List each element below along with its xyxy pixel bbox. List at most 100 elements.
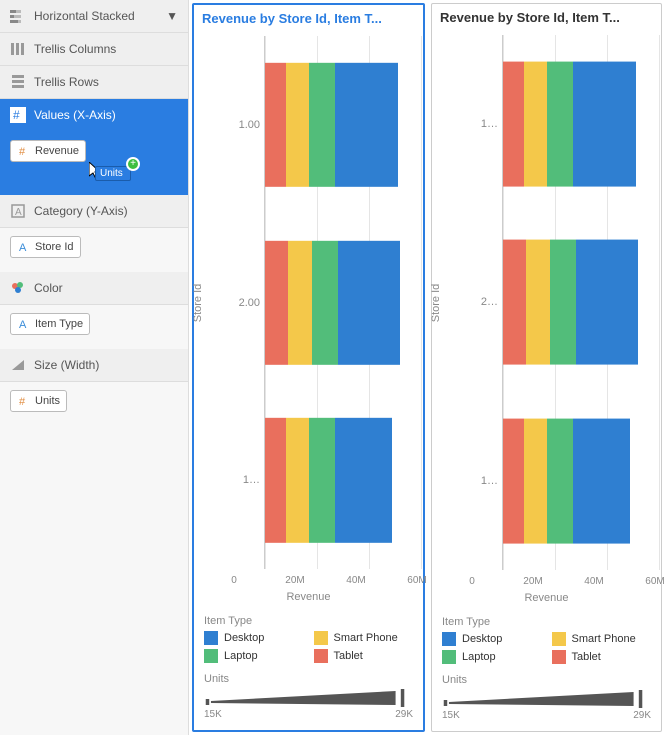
- bar-segment[interactable]: [526, 240, 549, 365]
- size-legend-title: Units: [442, 674, 651, 686]
- legend-label: Tablet: [572, 651, 601, 663]
- bar-segment[interactable]: [265, 240, 288, 364]
- values-chip-revenue[interactable]: # Revenue: [10, 140, 86, 162]
- legend-label: Smart Phone: [334, 632, 398, 644]
- legend-swatch: [314, 631, 328, 645]
- stacked-bar-icon: [10, 8, 26, 24]
- panel-title: Revenue by Store Id, Item T...: [432, 4, 661, 31]
- values-shelf-header[interactable]: # Values (X-Axis): [0, 99, 188, 132]
- legend-swatch: [204, 649, 218, 663]
- x-tick: 40M: [346, 575, 365, 586]
- category-tick: 2.00: [236, 214, 264, 392]
- size-chip-units[interactable]: # Units: [10, 390, 67, 412]
- y-axis-label: Store Id: [430, 283, 442, 322]
- svg-text:A: A: [15, 207, 22, 218]
- bar-segment[interactable]: [503, 240, 526, 365]
- bar-segment[interactable]: [265, 418, 286, 542]
- category-tick: 2…: [474, 213, 502, 391]
- add-icon: +: [126, 157, 140, 171]
- trellis-columns-label: Trellis Columns: [34, 42, 116, 56]
- size-shelf-body[interactable]: # Units: [0, 382, 188, 426]
- y-axis-label: Store Id: [192, 283, 204, 322]
- trellis-columns-shelf[interactable]: Trellis Columns: [0, 33, 188, 66]
- bar-segment[interactable]: [286, 63, 309, 187]
- drag-ghost: Units+: [95, 166, 131, 181]
- svg-text:#: #: [19, 146, 26, 158]
- trellis-rows-label: Trellis Rows: [34, 75, 99, 89]
- category-chip-storeid[interactable]: A Store Id: [10, 236, 81, 258]
- chart-type-dropdown[interactable]: Horizontal Stacked ▼: [0, 0, 188, 33]
- legend-item[interactable]: Tablet: [552, 650, 652, 664]
- legend-item[interactable]: Laptop: [442, 650, 542, 664]
- legend-title: Item Type: [442, 616, 651, 628]
- size-label: Size (Width): [34, 358, 99, 372]
- size-shelf-header[interactable]: Size (Width): [0, 349, 188, 382]
- values-shelf-body[interactable]: # Revenue Units+: [0, 132, 188, 195]
- bar-row: 1…: [474, 35, 659, 213]
- values-label: Values (X-Axis): [34, 108, 116, 122]
- legend-label: Laptop: [462, 651, 496, 663]
- category-tick: 1…: [236, 391, 264, 569]
- legend-swatch: [552, 632, 566, 646]
- bar-segment[interactable]: [338, 240, 400, 364]
- palette-icon: [10, 280, 26, 296]
- legend-item[interactable]: Tablet: [314, 649, 414, 663]
- svg-text:#: #: [13, 108, 20, 122]
- bar-row: 1…: [474, 392, 659, 570]
- bar-row: 1…: [236, 391, 421, 569]
- chip-label: Revenue: [35, 145, 79, 157]
- color-label: Color: [34, 281, 63, 295]
- svg-text:#: #: [19, 396, 26, 408]
- bar-segment[interactable]: [503, 62, 524, 187]
- config-sidebar: Horizontal Stacked ▼ Trellis Columns Tre…: [0, 0, 189, 735]
- bar-segment[interactable]: [309, 63, 335, 187]
- bar-segment[interactable]: [547, 62, 573, 187]
- trellis-rows-shelf[interactable]: Trellis Rows: [0, 66, 188, 99]
- category-shelf-header[interactable]: A Category (Y-Axis): [0, 195, 188, 228]
- category-shelf-body[interactable]: A Store Id: [0, 228, 188, 272]
- category-icon: A: [10, 203, 26, 219]
- size-min: 15K: [204, 709, 222, 720]
- bar-row: 2.00: [236, 214, 421, 392]
- bar-segment[interactable]: [576, 240, 638, 365]
- bar-segment[interactable]: [573, 62, 635, 187]
- x-tick: 0: [231, 575, 237, 586]
- size-icon: [10, 357, 26, 373]
- bar-segment[interactable]: [312, 240, 338, 364]
- color-shelf-body[interactable]: A Item Type: [0, 305, 188, 349]
- bar-segment[interactable]: [573, 418, 630, 543]
- legend-item[interactable]: Smart Phone: [552, 632, 652, 646]
- caret-down-icon: ▼: [166, 9, 178, 23]
- legend-label: Smart Phone: [572, 633, 636, 645]
- bar-segment[interactable]: [335, 63, 397, 187]
- x-tick: 40M: [584, 576, 603, 587]
- svg-text:A: A: [19, 242, 27, 254]
- bar-segment[interactable]: [286, 418, 309, 542]
- x-tick: 20M: [523, 576, 542, 587]
- trellis-rows-icon: [10, 74, 26, 90]
- chart-panel[interactable]: Revenue by Store Id, Item T...Store Id1.…: [192, 3, 425, 732]
- bar-segment[interactable]: [547, 418, 573, 543]
- bar-segment[interactable]: [309, 418, 335, 542]
- bar-segment[interactable]: [265, 63, 286, 187]
- bar-segment[interactable]: [335, 418, 392, 542]
- color-chip-itemtype[interactable]: A Item Type: [10, 313, 90, 335]
- bar-row: 2…: [474, 213, 659, 391]
- chart-panel[interactable]: Revenue by Store Id, Item T... Store Id 1……: [431, 3, 662, 732]
- legend-item[interactable]: Desktop: [442, 632, 542, 646]
- legend-label: Desktop: [224, 632, 264, 644]
- panel-title: Revenue by Store Id, Item T...: [194, 5, 423, 32]
- legend-item[interactable]: Smart Phone: [314, 631, 414, 645]
- bar-segment[interactable]: [524, 418, 547, 543]
- color-shelf-header[interactable]: Color: [0, 272, 188, 305]
- bar-segment[interactable]: [550, 240, 576, 365]
- legend-item[interactable]: Desktop: [204, 631, 304, 645]
- category-tick: 1…: [474, 392, 502, 570]
- legend-item[interactable]: Laptop: [204, 649, 304, 663]
- bar-segment[interactable]: [503, 418, 524, 543]
- x-axis-label: Revenue: [194, 591, 423, 603]
- measure-icon: #: [17, 144, 31, 158]
- x-axis-label: Revenue: [432, 592, 661, 604]
- bar-segment[interactable]: [288, 240, 311, 364]
- bar-segment[interactable]: [524, 62, 547, 187]
